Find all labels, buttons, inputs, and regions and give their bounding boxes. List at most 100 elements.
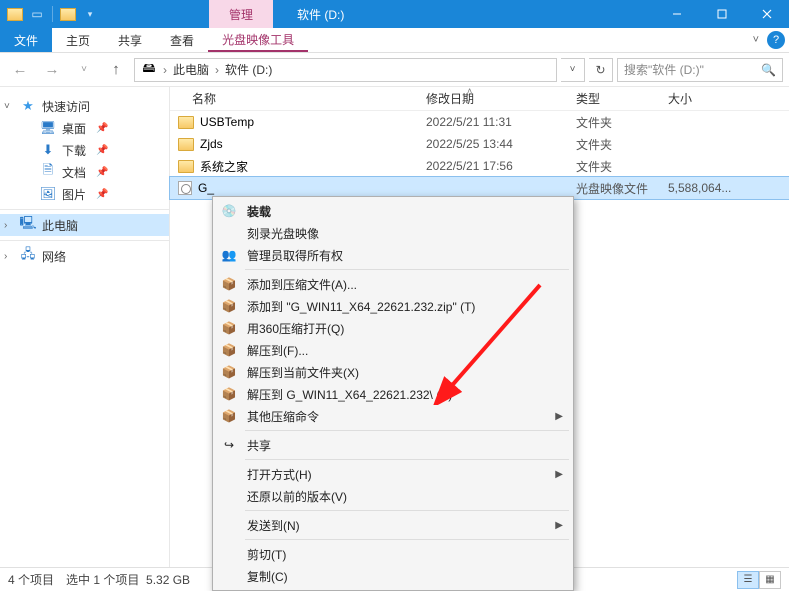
chevron-right-icon[interactable]: › [4, 251, 14, 262]
archive-icon: 📦 [219, 385, 239, 403]
view-details-button[interactable]: ☰ [737, 571, 759, 589]
help-icon[interactable]: ? [767, 31, 785, 49]
archive-icon: 📦 [219, 319, 239, 337]
column-date[interactable]: 修改日期 [418, 90, 568, 107]
chevron-right-icon: ▶ [555, 469, 563, 480]
status-item-count: 4 个项目 [8, 571, 54, 588]
ctx-copy[interactable]: 复制(C) [215, 565, 571, 587]
ctx-separator [245, 269, 569, 270]
ctx-separator [245, 510, 569, 511]
network-icon: 🖧 [20, 248, 36, 264]
column-type[interactable]: 类型 [568, 90, 660, 107]
nav-label: 快速访问 [42, 98, 90, 115]
tab-file[interactable]: 文件 [0, 28, 52, 52]
chevron-down-icon[interactable]: ˅ [4, 101, 14, 112]
tab-disc-image-tools[interactable]: 光盘映像工具 [208, 28, 308, 52]
column-name[interactable]: 名称 [170, 90, 418, 107]
ctx-burn[interactable]: 刻录光盘映像 [215, 222, 571, 244]
folder-icon [178, 160, 194, 173]
nav-pictures[interactable]: 🖼 图片 📌 [0, 183, 169, 205]
breadcrumb-drive[interactable]: 软件 (D:) [225, 61, 272, 78]
nav-documents[interactable]: 🗎 文档 📌 [0, 161, 169, 183]
archive-icon: 📦 [219, 341, 239, 359]
pin-icon: 📌 [96, 167, 108, 178]
nav-label: 桌面 [62, 120, 86, 137]
folder-icon [178, 116, 194, 129]
address-row: ← → ˅ ↑ 🖴 › 此电脑 › 软件 (D:) ˅ ↻ 搜索"软件 (D:)… [0, 53, 789, 87]
search-placeholder: 搜索"软件 (D:)" [624, 61, 704, 78]
view-icons-button[interactable]: ▦ [759, 571, 781, 589]
nav-label: 文档 [62, 164, 86, 181]
ctx-extract-to[interactable]: 📦解压到(F)... [215, 339, 571, 361]
file-row-folder[interactable]: 系统之家 2022/5/21 17:56 文件夹 [170, 155, 789, 177]
context-menu: 💿装载 刻录光盘映像 👥管理员取得所有权 📦添加到压缩文件(A)... 📦添加到… [212, 196, 574, 591]
nav-back-button[interactable]: ← [6, 56, 34, 84]
qat-separator [52, 6, 53, 22]
ribbon-expand-icon[interactable]: ˅ [753, 34, 759, 46]
refresh-button[interactable]: ↻ [589, 58, 613, 82]
ctx-send-to[interactable]: 发送到(N)▶ [215, 514, 571, 536]
tab-view[interactable]: 查看 [156, 28, 208, 52]
nav-desktop[interactable]: 🖥 桌面 📌 [0, 117, 169, 139]
file-row-folder[interactable]: Zjds 2022/5/25 13:44 文件夹 [170, 133, 789, 155]
archive-icon: 📦 [219, 363, 239, 381]
nav-label: 网络 [42, 248, 66, 265]
view-mode-toggle: ☰ ▦ [737, 571, 781, 589]
status-selection: 选中 1 个项目 5.32 GB [66, 571, 190, 588]
ctx-other-compress[interactable]: 📦其他压缩命令▶ [215, 405, 571, 427]
nav-network[interactable]: › 🖧 网络 [0, 245, 169, 267]
explorer-icon [6, 5, 24, 23]
ctx-mount[interactable]: 💿装载 [215, 200, 571, 222]
admin-icon: 👥 [219, 246, 239, 264]
navigation-pane: ˅ ★ 快速访问 🖥 桌面 📌 ⬇ 下载 📌 🗎 文档 📌 🖼 图片 📌 › 🖳 [0, 87, 170, 567]
ctx-add-archive[interactable]: 📦添加到压缩文件(A)... [215, 273, 571, 295]
ctx-admin[interactable]: 👥管理员取得所有权 [215, 244, 571, 266]
nav-recent-dropdown[interactable]: ˅ [70, 56, 98, 84]
ctx-open-360[interactable]: 📦用360压缩打开(Q) [215, 317, 571, 339]
nav-forward-button: → [38, 56, 66, 84]
ribbon-tabs: 文件 主页 共享 查看 光盘映像工具 ˅ ? [0, 28, 789, 53]
window-title: 软件 (D:) [277, 0, 364, 28]
close-button[interactable] [744, 0, 789, 28]
pictures-icon: 🖼 [40, 186, 56, 202]
share-icon: ↪ [219, 436, 239, 454]
tab-home[interactable]: 主页 [52, 28, 104, 52]
column-size[interactable]: 大小 [660, 90, 756, 107]
address-dropdown-button[interactable]: ˅ [561, 58, 585, 82]
nav-downloads[interactable]: ⬇ 下载 📌 [0, 139, 169, 161]
chevron-right-icon[interactable]: › [4, 220, 14, 231]
qat-dropdown-icon[interactable]: ▾ [81, 5, 99, 23]
ctx-extract-named[interactable]: 📦解压到 G_WIN11_X64_22621.232\ (E) [215, 383, 571, 405]
ctx-open-with[interactable]: 打开方式(H)▶ [215, 463, 571, 485]
folder-icon [178, 138, 194, 151]
maximize-button[interactable] [699, 0, 744, 28]
ctx-separator [245, 539, 569, 540]
ctx-separator [245, 459, 569, 460]
minimize-button[interactable] [654, 0, 699, 28]
breadcrumb-this-pc[interactable]: 此电脑 [173, 61, 209, 78]
tab-share[interactable]: 共享 [104, 28, 156, 52]
nav-up-button[interactable]: ↑ [102, 56, 130, 84]
file-row-folder[interactable]: USBTemp 2022/5/21 11:31 文件夹 [170, 111, 789, 133]
contextual-tab-manage[interactable]: 管理 [209, 0, 273, 28]
address-bar[interactable]: 🖴 › 此电脑 › 软件 (D:) [134, 58, 557, 82]
nav-label: 此电脑 [42, 217, 78, 234]
ctx-share[interactable]: ↪共享 [215, 434, 571, 456]
iso-file-icon [178, 181, 192, 195]
properties-icon[interactable]: ▭ [28, 5, 46, 23]
pin-icon: 📌 [96, 189, 108, 200]
new-folder-icon[interactable] [59, 5, 77, 23]
ctx-cut[interactable]: 剪切(T) [215, 543, 571, 565]
star-icon: ★ [20, 98, 36, 114]
chevron-right-icon: ▶ [555, 520, 563, 531]
download-icon: ⬇ [40, 142, 56, 158]
ctx-extract-here[interactable]: 📦解压到当前文件夹(X) [215, 361, 571, 383]
pin-icon: 📌 [96, 145, 108, 156]
window-controls [654, 0, 789, 28]
search-input[interactable]: 搜索"软件 (D:)" 🔍 [617, 58, 783, 82]
nav-this-pc[interactable]: › 🖳 此电脑 [0, 214, 169, 236]
ctx-restore[interactable]: 还原以前的版本(V) [215, 485, 571, 507]
window-titlebar: ▭ ▾ 管理 软件 (D:) [0, 0, 789, 28]
nav-quick-access[interactable]: ˅ ★ 快速访问 [0, 95, 169, 117]
ctx-add-zip[interactable]: 📦添加到 "G_WIN11_X64_22621.232.zip" (T) [215, 295, 571, 317]
